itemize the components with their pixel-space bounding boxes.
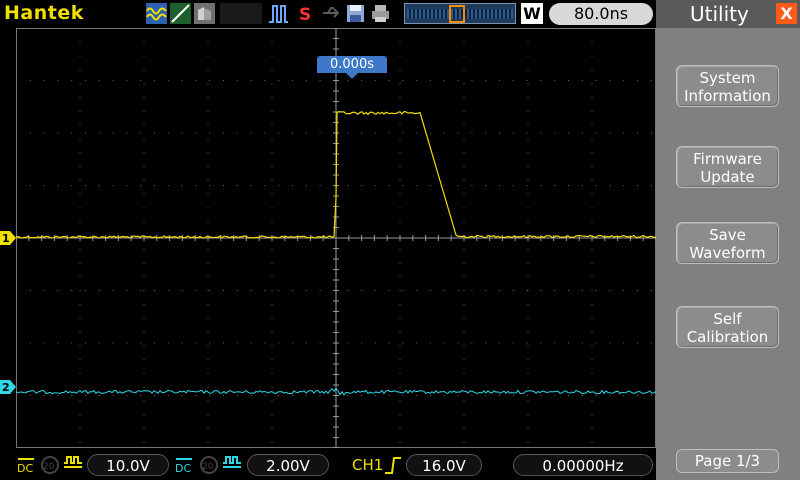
svg-text:S: S [299,5,311,24]
menu-button-label: Firmware [693,150,762,168]
menu-title: Utility [690,2,749,26]
firmware-update-button[interactable]: Firmware Update [676,146,779,188]
menu-button-label: Self [713,310,742,328]
record-icon: S [299,5,311,24]
memory-window-indicator [449,5,465,23]
persist-icon[interactable] [194,3,215,24]
ch2-coupling-dc-icon: DC [175,458,192,475]
close-button[interactable]: X [776,3,797,24]
ch1-bw-limit-icon: 20 [41,456,59,474]
save-icon[interactable] [345,3,366,24]
page-button[interactable]: Page 1/3 [676,449,779,473]
trigger-position-marker [346,73,358,79]
status-blank [220,3,262,24]
window-button[interactable]: W [521,3,543,24]
ch2-bw-limit-icon: 20 [200,456,218,474]
memory-position-bar[interactable] [404,3,516,24]
menu-button-label: Information [684,87,771,105]
utility-menu: Utility X System Information Firmware Up… [656,0,800,480]
ch1-coupling-dc-icon: DC [16,455,36,475]
brand-logo: Hantek [4,2,84,24]
wave-mode-icon[interactable] [146,3,167,24]
save-waveform-button[interactable]: Save Waveform [676,222,779,264]
svg-text:DC: DC [17,462,33,475]
ch1-volts-div[interactable]: 10.0V [87,454,169,476]
channel-status-bar: DC 20 10.0V DC 20 2.00V CH1 16.0V 0.0000… [0,448,656,480]
ramp-icon[interactable] [170,3,191,24]
self-calibration-button[interactable]: Self Calibration [676,306,779,348]
svg-text:20: 20 [43,462,55,472]
run-stop-icon[interactable] [268,3,289,24]
rising-edge-icon[interactable] [384,455,402,475]
menu-button-label: Update [700,168,755,186]
ch2-position-marker[interactable]: 2 [0,380,16,394]
ch2-invert-icon [223,456,241,468]
ch2-volts-div[interactable]: 2.00V [247,454,329,476]
status-bar: Hantek S W 80.0ns [0,0,656,28]
menu-button-label: Calibration [686,328,769,346]
svg-text:DC: DC [175,462,191,475]
svg-text:1: 1 [2,232,10,245]
menu-button-label: Save [709,226,746,244]
ch1-position-marker[interactable]: 1 [0,231,16,245]
print-icon[interactable] [370,3,391,24]
graticule [16,28,656,448]
usb-icon [323,7,340,18]
menu-button-label: System [699,69,756,87]
timebase-readout[interactable]: 80.0ns [549,3,653,25]
svg-text:20: 20 [202,462,214,472]
ch1-invert-icon [64,456,82,468]
trigger-source[interactable]: CH1 [352,456,383,474]
waveform-display[interactable]: 0.000s [16,28,672,448]
system-information-button[interactable]: System Information [676,65,779,107]
frequency-readout: 0.00000Hz [513,454,653,476]
trigger-position-label[interactable]: 0.000s [317,56,387,73]
svg-text:2: 2 [2,381,10,394]
trigger-level[interactable]: 16.0V [406,454,482,476]
menu-button-label: Waveform [689,244,766,262]
